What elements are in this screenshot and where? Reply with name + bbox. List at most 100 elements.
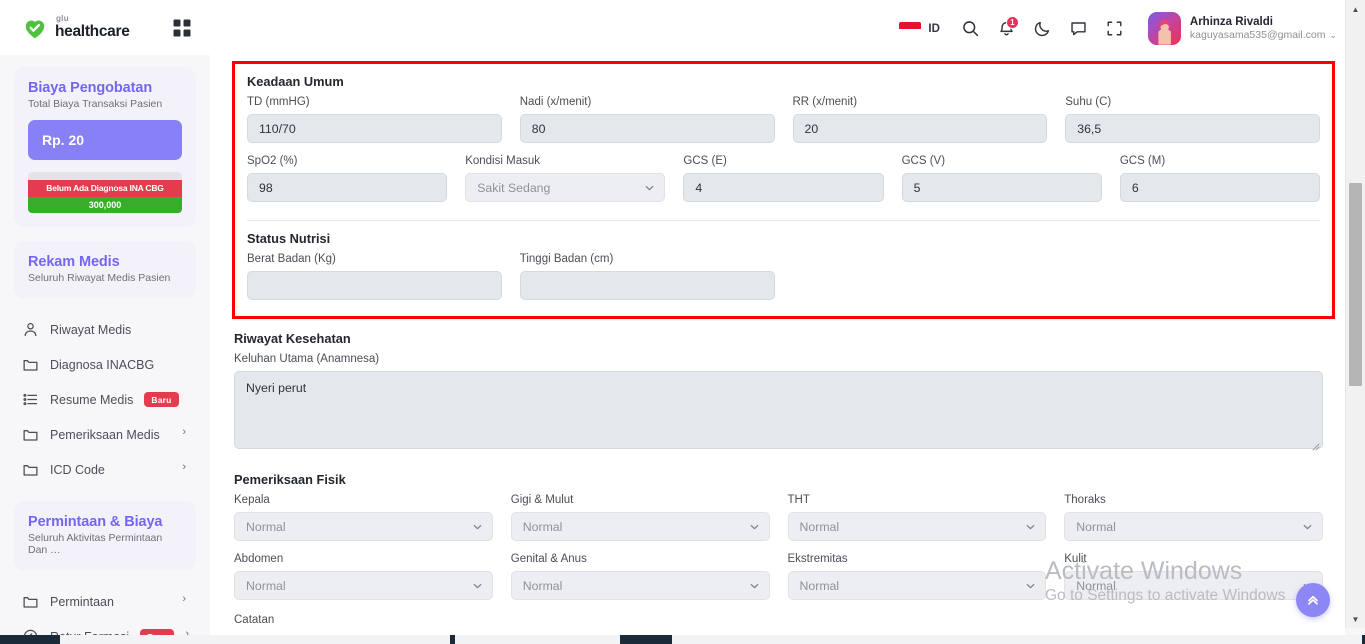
field-genital-anus: Genital & Anus Normal [510,553,770,600]
sidebar-item-diagnosa-inacbg[interactable]: Diagnosa INACBG [14,347,196,382]
brand-sub: glu [56,14,69,23]
taskbar-segment [672,635,1362,644]
field-thoraks: Thoraks Normal [1064,494,1323,541]
gigi-mulut-select[interactable]: Normal [510,512,770,541]
anamnesa-textarea[interactable] [234,371,1323,449]
rr-input[interactable] [792,114,1048,143]
fullscreen-button[interactable] [1098,12,1132,46]
folder-icon [23,430,38,441]
berat-badan-input[interactable] [247,271,502,300]
search-button[interactable] [954,12,988,46]
field-spo2: SpO2 (%) [247,155,448,202]
kepala-select[interactable]: Normal [234,512,493,541]
field-label: Genital & Anus [510,553,587,565]
td-input[interactable] [247,114,502,143]
billing-bar-empty [28,172,182,180]
scroll-up-arrow-icon[interactable]: ▲ [1346,0,1365,18]
field-label: TD (mmHG) [247,96,310,108]
abdomen-select[interactable]: Normal [234,571,493,600]
search-icon [963,21,979,37]
sidebar-item-label: Diagnosa INACBG [50,357,155,372]
field-berat-badan: Berat Badan (Kg) [247,253,502,300]
field-gcs-e: GCS (E) [683,155,884,202]
keadaan-umum-row-1: TD (mmHG) Nadi (x/menit) RR (x/menit) [247,96,1320,155]
list-icon [23,393,38,406]
sidebar-item-pemeriksaan-medis[interactable]: Pemeriksaan Medis › [14,417,196,452]
field-gigi-mulut: Gigi & Mulut Normal [510,494,770,541]
field-label: Suhu (C) [1065,96,1112,108]
chevron-right-icon: › [182,593,186,605]
fullscreen-icon [1107,21,1122,36]
chevron-right-icon: › [182,426,186,438]
language-switcher[interactable]: ID [899,21,940,36]
medical-record-title: Rekam Medis [28,254,120,270]
sidebar-item-label: ICD Code [50,462,105,477]
user-name: Arhinza Rivaldi [1189,15,1273,28]
kulit-select[interactable]: Normal [1064,571,1323,600]
scroll-down-arrow-icon[interactable]: ▼ [1346,610,1365,628]
kondisi-masuk-select[interactable]: Sakit Sedang [465,173,666,202]
request-cost-card: Permintaan & Biaya Seluruh Aktivitas Per… [14,501,196,570]
gcs-e-input[interactable] [683,173,884,202]
chevron-right-icon: › [182,461,186,473]
sidebar-item-riwayat-medis[interactable]: Riwayat Medis [14,312,196,347]
spacer-col [793,253,1048,300]
genital-anus-select[interactable]: Normal [510,571,770,600]
field-label: GCS (V) [901,155,946,167]
suhu-input[interactable] [1065,114,1320,143]
field-gcs-v: GCS (V) [901,155,1102,202]
field-td: TD (mmHG) [247,96,502,143]
taskbar-segment [455,635,620,644]
section-title: Status Nutrisi [247,231,331,246]
chat-button[interactable] [1062,12,1096,46]
spo2-input[interactable] [247,173,448,202]
billing-card-subtitle: Total Biaya Transaksi Pasien [28,98,163,110]
field-tinggi-badan: Tinggi Badan (cm) [519,253,775,300]
pemeriksaan-fisik-row-1: Kepala Normal Gigi & Mulut Normal THT No… [234,494,1323,553]
request-card-subtitle: Seluruh Aktivitas Permintaan Dan … [28,532,163,556]
taskbar-segment [60,635,450,644]
theme-toggle-button[interactable] [1026,12,1060,46]
sidebar-item-resume-medis[interactable]: Resume Medis Baru [14,382,196,417]
tinggi-badan-input[interactable] [519,271,775,300]
grid-menu-icon[interactable] [172,18,192,38]
sidebar-item-permintaan[interactable]: Permintaan › [14,584,196,619]
field-nadi: Nadi (x/menit) [519,96,775,143]
anamnesa-textarea-wrap [234,371,1323,454]
field-kepala: Kepala Normal [234,494,493,541]
request-card-title: Permintaan & Biaya [28,514,163,530]
thoraks-select[interactable]: Normal [1064,512,1323,541]
keadaan-umum-row-2: SpO2 (%) Kondisi Masuk Sakit Sedang GCS … [247,155,1321,214]
brand-name: healthcare [55,23,130,40]
section-pemeriksaan-fisik: Pemeriksaan Fisik Kepala Normal Gigi & M… [222,460,1335,639]
gcs-m-input[interactable] [1119,173,1321,202]
field-label: SpO2 (%) [247,155,298,167]
notifications-button[interactable]: 1 [990,12,1024,46]
brand-logo[interactable]: glu healthcare [22,15,130,41]
field-label: THT [787,494,810,506]
scroll-to-top-button[interactable] [1296,583,1330,617]
sidebar-item-label: Riwayat Medis [50,322,132,337]
pemeriksaan-fisik-row-2: Abdomen Normal Genital & Anus Normal Eks… [234,553,1323,612]
topbar: ID 1 Arhinza Rivaldi kaguyasama535@gmail… [210,0,1365,57]
total-cost-value: Rp. 20 [28,120,182,160]
field-ekstremitas: Ekstremitas Normal [787,553,1047,600]
sidebar-scroll-body: Biaya Pengobatan Total Biaya Transaksi P… [0,55,210,644]
vertical-scrollbar[interactable]: ▲ ▼ [1345,0,1365,628]
folder-icon [23,597,38,608]
avatar [1147,12,1181,45]
sidebar-item-icd-code[interactable]: ICD Code › [14,452,196,487]
chevron-double-up-icon [1308,595,1318,605]
scrollbar-thumb[interactable] [1349,183,1362,386]
tht-select[interactable]: Normal [787,512,1047,541]
inacbg-warning-bar: Belum Ada Diagnosa INA CBG [28,180,182,197]
nadi-input[interactable] [519,114,775,143]
kondisi-masuk-select-wrap: Sakit Sedang [465,173,666,202]
moon-icon [1035,21,1050,37]
gcs-v-input[interactable] [901,173,1102,202]
user-menu[interactable]: Arhinza Rivaldi kaguyasama535@gmail.com … [1147,12,1337,45]
ekstremitas-select[interactable]: Normal [787,571,1047,600]
section-title: Riwayat Kesehatan [234,331,351,346]
medical-nav-list: Riwayat Medis Diagnosa INACBG Resume Med… [14,312,196,487]
main-area: ID 1 Arhinza Rivaldi kaguyasama535@gmail… [210,0,1365,644]
